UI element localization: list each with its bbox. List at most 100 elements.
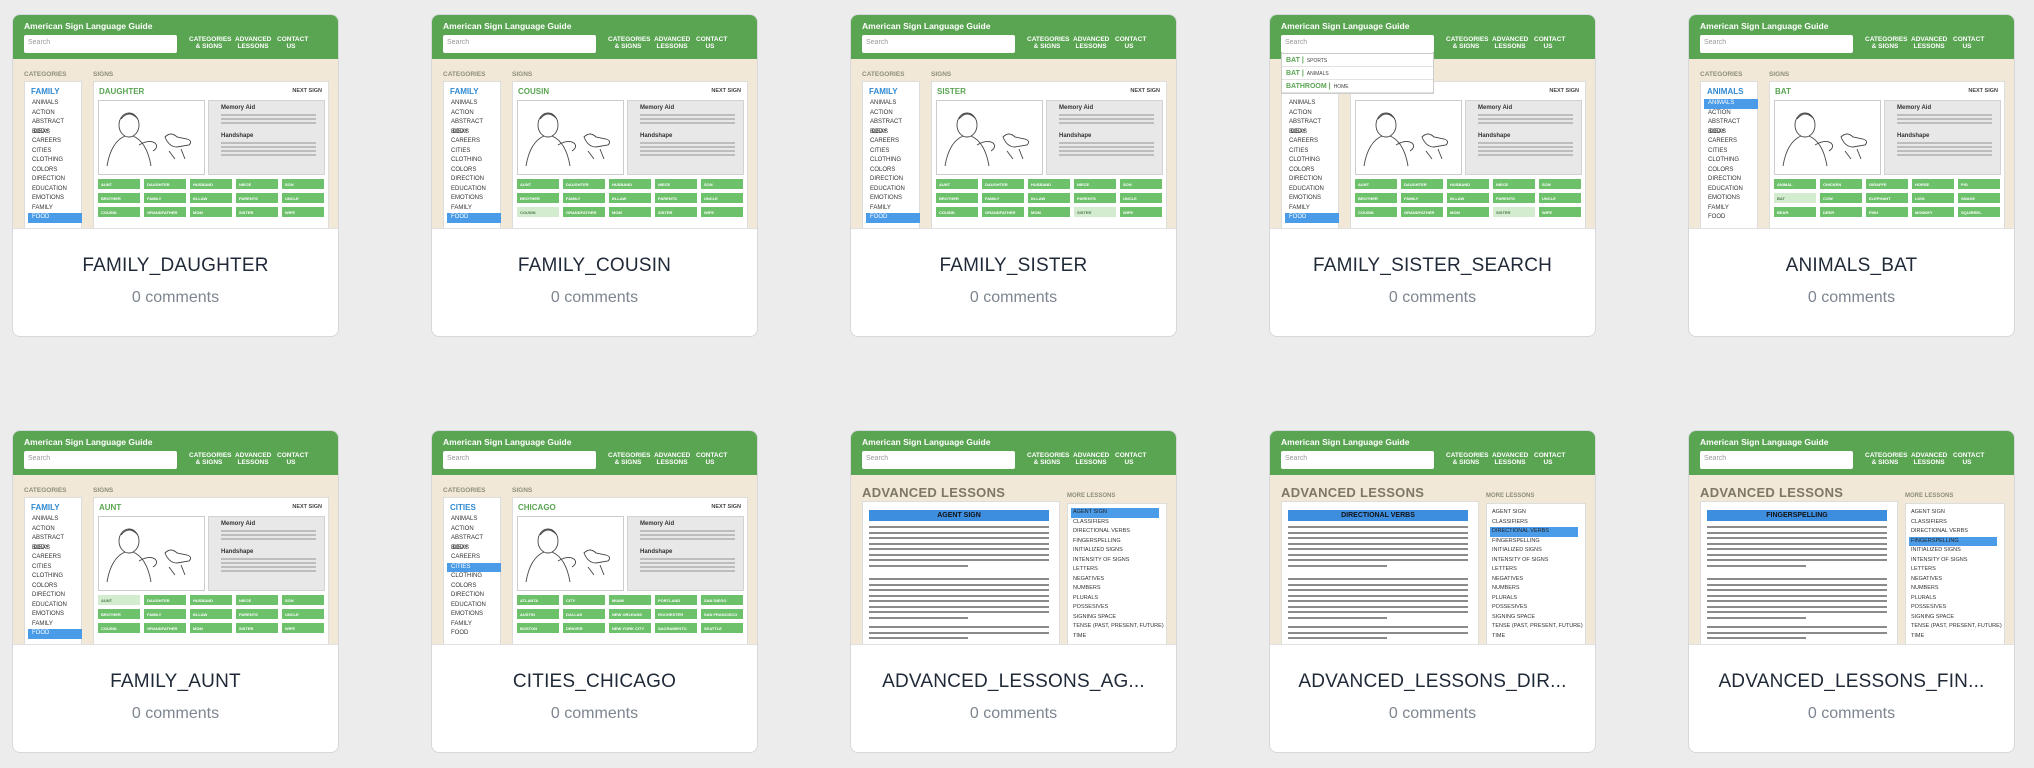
sign-chip[interactable]: NIECE <box>655 179 697 189</box>
sign-chip[interactable]: PARENTS <box>236 193 278 203</box>
search-input[interactable]: Search <box>1700 451 1853 469</box>
search-result[interactable]: BAT | ANIMALS <box>1282 67 1433 80</box>
lesson-link[interactable]: LETTERS <box>1492 565 1585 575</box>
lesson-link[interactable]: INTENSITY OF SIGNS <box>1911 556 2004 566</box>
lesson-link[interactable]: CLASSIFIERS <box>1492 518 1585 528</box>
nav-link[interactable]: ADVANCED LESSONS <box>1492 452 1528 466</box>
sign-chip[interactable]: SAN DIEGO <box>701 595 743 605</box>
category-item[interactable]: ACTION <box>31 109 81 119</box>
category-item[interactable]: EMOTIONS <box>1288 194 1338 204</box>
category-item[interactable]: FAMILY <box>1707 204 1757 214</box>
category-item[interactable]: CAREERS <box>31 553 81 563</box>
sign-chip[interactable]: MONKEY <box>1912 207 1954 217</box>
search-input[interactable]: Search <box>443 451 596 469</box>
sign-chip[interactable]: GRANDFATHER <box>982 207 1024 217</box>
category-item[interactable]: FAMILY <box>31 620 81 630</box>
sign-chip[interactable]: SISTER <box>655 207 697 217</box>
lesson-link[interactable]: CLASSIFIERS <box>1911 518 2004 528</box>
sign-chip[interactable]: NIECE <box>236 179 278 189</box>
card-title[interactable]: FAMILY_COUSIN <box>518 255 671 277</box>
sign-chip[interactable]: MOM <box>609 207 651 217</box>
next-sign-link[interactable]: NEXT SIGN <box>292 504 322 510</box>
lesson-link[interactable]: TIME <box>1073 632 1166 642</box>
sign-chip[interactable]: LION <box>1912 193 1954 203</box>
sign-chip[interactable]: UNCLE <box>282 609 324 619</box>
search-result[interactable]: BATHROOM | HOME <box>1282 80 1433 93</box>
thumbnail-card[interactable]: American Sign Language Guide Search CATEGO… <box>1688 14 2015 337</box>
category-item[interactable]: FAMILY <box>450 620 500 630</box>
category-item[interactable]: CAREERS <box>1288 137 1338 147</box>
category-item[interactable]: EMOTIONS <box>450 194 500 204</box>
thumbnail-card[interactable]: American Sign Language Guide Search CATEGO… <box>12 14 339 337</box>
category-item[interactable]: CAREERS <box>450 553 500 563</box>
sign-chip[interactable]: HUSBAND <box>190 595 232 605</box>
card-title[interactable]: ADVANCED_LESSONS_FIN... <box>1718 671 1984 693</box>
category-item[interactable]: CAREERS <box>1707 137 1757 147</box>
screenshot-thumbnail[interactable]: American Sign Language Guide Search CATEGO… <box>1689 431 2014 645</box>
nav-link[interactable]: CONTACT US <box>1953 452 1984 466</box>
sign-chip[interactable]: HUSBAND <box>1028 179 1070 189</box>
category-item[interactable]: ACTION <box>31 525 81 535</box>
sign-chip[interactable]: SON <box>1539 179 1581 189</box>
category-item[interactable]: COLORS <box>1707 166 1757 176</box>
lesson-link[interactable]: PLURALS <box>1911 594 2004 604</box>
sign-chip[interactable]: SACRAMENTO <box>655 623 697 633</box>
lesson-link[interactable]: AGENT SIGN <box>1911 508 2004 518</box>
category-item[interactable]: FAMILY <box>450 204 500 214</box>
sign-chip[interactable]: COUSIN <box>936 207 978 217</box>
category-item[interactable]: EMOTIONS <box>1707 194 1757 204</box>
nav-link[interactable]: CONTACT US <box>1534 452 1565 466</box>
lesson-link[interactable]: INITIALIZED SIGNS <box>1911 546 2004 556</box>
sign-chip[interactable]: IN-LAW <box>190 609 232 619</box>
sign-chip[interactable]: FAMILY <box>1401 193 1443 203</box>
sign-chip[interactable]: UNCLE <box>282 193 324 203</box>
sign-chip[interactable]: CHICKEN <box>1820 179 1862 189</box>
sign-chip[interactable]: MOM <box>1447 207 1489 217</box>
sign-chip[interactable]: NIECE <box>1074 179 1116 189</box>
sign-chip[interactable]: PARENTS <box>1074 193 1116 203</box>
sign-chip[interactable]: DAUGHTER <box>1401 179 1443 189</box>
sign-chip[interactable]: SISTER <box>236 207 278 217</box>
nav-link[interactable]: ADVANCED LESSONS <box>1911 36 1947 50</box>
lesson-link[interactable]: INITIALIZED SIGNS <box>1073 546 1166 556</box>
lesson-link[interactable]: LETTERS <box>1911 565 2004 575</box>
search-input[interactable]: Search <box>1700 35 1853 53</box>
lesson-link[interactable]: INTENSITY OF SIGNS <box>1492 556 1585 566</box>
lesson-link[interactable]: POSSESIVES <box>1492 603 1585 613</box>
search-input[interactable]: Search <box>1281 451 1434 469</box>
sign-chip[interactable]: SON <box>282 179 324 189</box>
sign-chip[interactable]: WIFE <box>1539 207 1581 217</box>
screenshot-thumbnail[interactable]: American Sign Language Guide Search CATEGO… <box>1689 15 2014 229</box>
nav-link[interactable]: CONTACT US <box>1534 36 1565 50</box>
comment-count[interactable]: 0 comments <box>1808 289 1895 307</box>
lesson-link[interactable]: TIME <box>1492 632 1585 642</box>
search-result[interactable]: BAT | SPORTS <box>1282 54 1433 67</box>
category-item[interactable]: EMOTIONS <box>450 610 500 620</box>
category-item[interactable]: ANIMALS <box>31 515 81 525</box>
card-title[interactable]: FAMILY_DAUGHTER <box>82 255 268 277</box>
sign-chip[interactable]: GRANDFATHER <box>144 207 186 217</box>
search-input[interactable]: Search <box>24 35 177 53</box>
comment-count[interactable]: 0 comments <box>970 705 1057 723</box>
sign-chip[interactable]: DAUGHTER <box>144 595 186 605</box>
category-item[interactable]: ANIMALS <box>450 99 500 109</box>
sign-chip[interactable]: GIRAFFE <box>1866 179 1908 189</box>
nav-link[interactable]: CONTACT US <box>1953 36 1984 50</box>
category-item[interactable]: ABSTRACT IDEAS <box>1288 118 1338 135</box>
screenshot-thumbnail[interactable]: American Sign Language Guide Search CATEGO… <box>13 15 338 229</box>
category-item[interactable]: EDUCATION <box>1707 185 1757 195</box>
lesson-link[interactable]: POSSESIVES <box>1911 603 2004 613</box>
category-item[interactable]: ACTION <box>869 109 919 119</box>
category-item[interactable]: ACTION <box>450 525 500 535</box>
category-item[interactable]: CITIES <box>31 563 81 573</box>
category-item[interactable]: CAREERS <box>869 137 919 147</box>
lesson-link[interactable]: TIME <box>1911 632 2004 642</box>
screenshot-thumbnail[interactable]: American Sign Language Guide Search CATEGO… <box>851 15 1176 229</box>
lesson-link[interactable]: NEGATIVES <box>1492 575 1585 585</box>
next-sign-link[interactable]: NEXT SIGN <box>1968 88 1998 94</box>
screenshot-thumbnail[interactable]: American Sign Language Guide Search CATEGO… <box>432 431 757 645</box>
category-item[interactable]: ANIMALS <box>450 515 500 525</box>
sign-chip[interactable]: SISTER <box>1074 207 1116 217</box>
category-item[interactable]: ABSTRACT IDEAS <box>31 118 81 135</box>
sign-chip[interactable]: ANIMAL <box>1774 179 1816 189</box>
